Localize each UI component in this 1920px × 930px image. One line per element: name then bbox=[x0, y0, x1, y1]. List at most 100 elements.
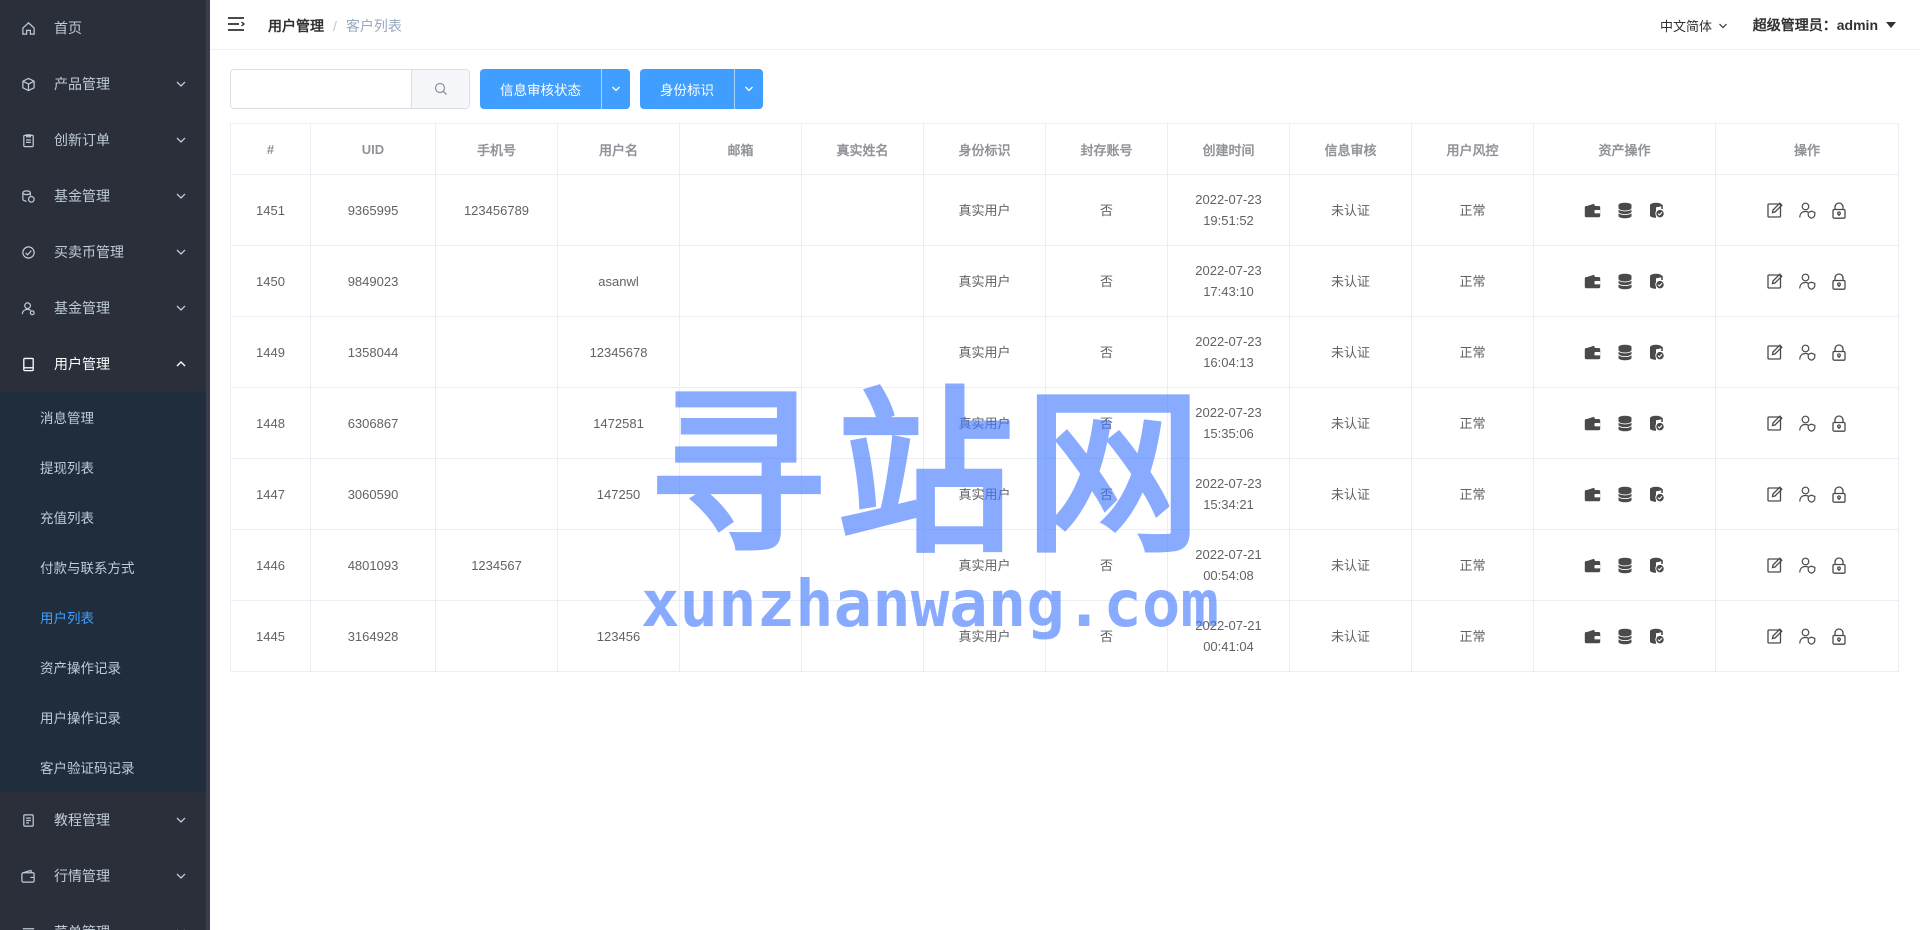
sidebar-item-orders[interactable]: 创新订单 bbox=[0, 112, 210, 168]
hamburger-icon[interactable] bbox=[226, 14, 246, 34]
coin-stack-icon[interactable] bbox=[1614, 625, 1636, 647]
filter-audit-status-button[interactable]: 信息审核状态 bbox=[480, 69, 601, 109]
lock-icon[interactable] bbox=[1828, 341, 1850, 363]
coin-stack-icon[interactable] bbox=[1614, 270, 1636, 292]
filter-audit-status-toggle[interactable] bbox=[601, 69, 630, 109]
edit-icon[interactable] bbox=[1764, 270, 1786, 292]
sidebar-item-user-management[interactable]: 用户管理 bbox=[0, 336, 210, 392]
sidebar-item-home[interactable]: 首页 bbox=[0, 0, 210, 56]
table-row: 1450 9849023 asanwl 真实用户否 2022-07-23 17:43:1… bbox=[230, 245, 1899, 317]
coin-check-icon[interactable] bbox=[1646, 625, 1668, 647]
cell-frozen: 否 bbox=[1045, 245, 1168, 317]
chevron-down-icon bbox=[1719, 23, 1727, 28]
lock-icon[interactable] bbox=[1828, 412, 1850, 434]
cell-created: 2022-07-21 00:54:08 bbox=[1167, 529, 1290, 601]
cell-frozen: 否 bbox=[1045, 316, 1168, 388]
sidebar-item-market[interactable]: 行情管理 bbox=[0, 848, 210, 904]
coin-stack-icon[interactable] bbox=[1614, 554, 1636, 576]
cell-username bbox=[557, 529, 680, 601]
wallet-icon[interactable] bbox=[1582, 412, 1604, 434]
search-input[interactable] bbox=[231, 70, 411, 108]
coin-check-icon[interactable] bbox=[1646, 483, 1668, 505]
coin-check-icon[interactable] bbox=[1646, 270, 1668, 292]
user-shield-icon[interactable] bbox=[1796, 554, 1818, 576]
edit-icon[interactable] bbox=[1764, 412, 1786, 434]
lock-icon[interactable] bbox=[1828, 554, 1850, 576]
user-shield-icon[interactable] bbox=[1796, 341, 1818, 363]
cell-email bbox=[679, 174, 802, 246]
sidebar-subitem-recharges[interactable]: 充值列表 bbox=[0, 492, 210, 542]
wallet-icon[interactable] bbox=[1582, 625, 1604, 647]
admin-user-menu[interactable]: 超级管理员：admin bbox=[1753, 15, 1896, 35]
wallet-icon[interactable] bbox=[1582, 341, 1604, 363]
column-header: # bbox=[230, 123, 311, 175]
cell-id: 1450 bbox=[230, 245, 311, 317]
user-shield-icon[interactable] bbox=[1796, 270, 1818, 292]
cell-username bbox=[557, 174, 680, 246]
edit-icon[interactable] bbox=[1764, 625, 1786, 647]
column-header: 创建时间 bbox=[1167, 123, 1290, 175]
sidebar-item-label: 菜单管理 bbox=[54, 922, 110, 930]
edit-icon[interactable] bbox=[1764, 554, 1786, 576]
sidebar-item-label: 基金管理 bbox=[54, 188, 110, 204]
chevron-down-icon bbox=[176, 137, 186, 143]
sidebar: 首页 产品管理 创新订单 基金管理 买卖币管理 基金管理 用户管理 消息管理 提… bbox=[0, 0, 210, 930]
lock-icon[interactable] bbox=[1828, 199, 1850, 221]
coin-stack-icon[interactable] bbox=[1614, 412, 1636, 434]
coin-stack-icon[interactable] bbox=[1614, 341, 1636, 363]
sidebar-subitem-messages[interactable]: 消息管理 bbox=[0, 392, 210, 442]
edit-icon[interactable] bbox=[1764, 341, 1786, 363]
cell-frozen: 否 bbox=[1045, 458, 1168, 530]
coin-check-icon[interactable] bbox=[1646, 412, 1668, 434]
cell-risk: 正常 bbox=[1411, 245, 1534, 317]
sidebar-subitem-asset-logs[interactable]: 资产操作记录 bbox=[0, 642, 210, 692]
user-shield-icon[interactable] bbox=[1796, 412, 1818, 434]
edit-icon[interactable] bbox=[1764, 199, 1786, 221]
coin-stack-icon[interactable] bbox=[1614, 483, 1636, 505]
coin-check-icon[interactable] bbox=[1646, 554, 1668, 576]
document-icon bbox=[20, 812, 36, 828]
search-button[interactable] bbox=[411, 70, 469, 108]
sidebar-subitem-user-logs[interactable]: 用户操作记录 bbox=[0, 692, 210, 742]
coin-check-icon[interactable] bbox=[1646, 341, 1668, 363]
wallet-icon[interactable] bbox=[1582, 199, 1604, 221]
cell-uid: 3060590 bbox=[310, 458, 436, 530]
coin-check-icon[interactable] bbox=[1646, 199, 1668, 221]
sidebar-scrollbar[interactable] bbox=[206, 0, 210, 930]
sidebar-subitem-verify-code-logs[interactable]: 客户验证码记录 bbox=[0, 742, 210, 792]
cell-uid: 4801093 bbox=[310, 529, 436, 601]
wallet-icon[interactable] bbox=[1582, 554, 1604, 576]
cell-realname bbox=[801, 387, 924, 459]
wallet-icon[interactable] bbox=[1582, 483, 1604, 505]
breadcrumb-parent[interactable]: 用户管理 bbox=[268, 18, 324, 34]
user-shield-icon[interactable] bbox=[1796, 483, 1818, 505]
sidebar-subitem-user-list[interactable]: 用户列表 bbox=[0, 592, 210, 642]
filter-identity-toggle[interactable] bbox=[734, 69, 763, 109]
language-select[interactable]: 中文简体 bbox=[1660, 16, 1728, 35]
cell-actions bbox=[1715, 245, 1899, 317]
cell-frozen: 否 bbox=[1045, 387, 1168, 459]
sidebar-item-coin-trade[interactable]: 买卖币管理 bbox=[0, 224, 210, 280]
cell-actions bbox=[1715, 174, 1899, 246]
chevron-down-icon bbox=[177, 929, 185, 930]
sidebar-item-menu[interactable]: 菜单管理 bbox=[0, 904, 210, 930]
user-shield-icon[interactable] bbox=[1796, 625, 1818, 647]
cell-risk: 正常 bbox=[1411, 316, 1534, 388]
lock-icon[interactable] bbox=[1828, 625, 1850, 647]
sidebar-subitem-payment-contact[interactable]: 付款与联系方式 bbox=[0, 542, 210, 592]
user-shield-icon[interactable] bbox=[1796, 199, 1818, 221]
lock-icon[interactable] bbox=[1828, 270, 1850, 292]
sidebar-item-products[interactable]: 产品管理 bbox=[0, 56, 210, 112]
edit-icon[interactable] bbox=[1764, 483, 1786, 505]
column-header: UID bbox=[310, 123, 436, 175]
wallet-icon[interactable] bbox=[1582, 270, 1604, 292]
lock-icon[interactable] bbox=[1828, 483, 1850, 505]
cell-uid: 9365995 bbox=[310, 174, 436, 246]
sidebar-subitem-withdrawals[interactable]: 提现列表 bbox=[0, 442, 210, 492]
sidebar-item-fund-2[interactable]: 基金管理 bbox=[0, 280, 210, 336]
table-row: 1448 6306867 1472581 真实用户否 2022-07-23 15:35:… bbox=[230, 387, 1899, 459]
sidebar-item-fund[interactable]: 基金管理 bbox=[0, 168, 210, 224]
sidebar-item-tutorials[interactable]: 教程管理 bbox=[0, 792, 210, 848]
filter-identity-button[interactable]: 身份标识 bbox=[640, 69, 734, 109]
coin-stack-icon[interactable] bbox=[1614, 199, 1636, 221]
